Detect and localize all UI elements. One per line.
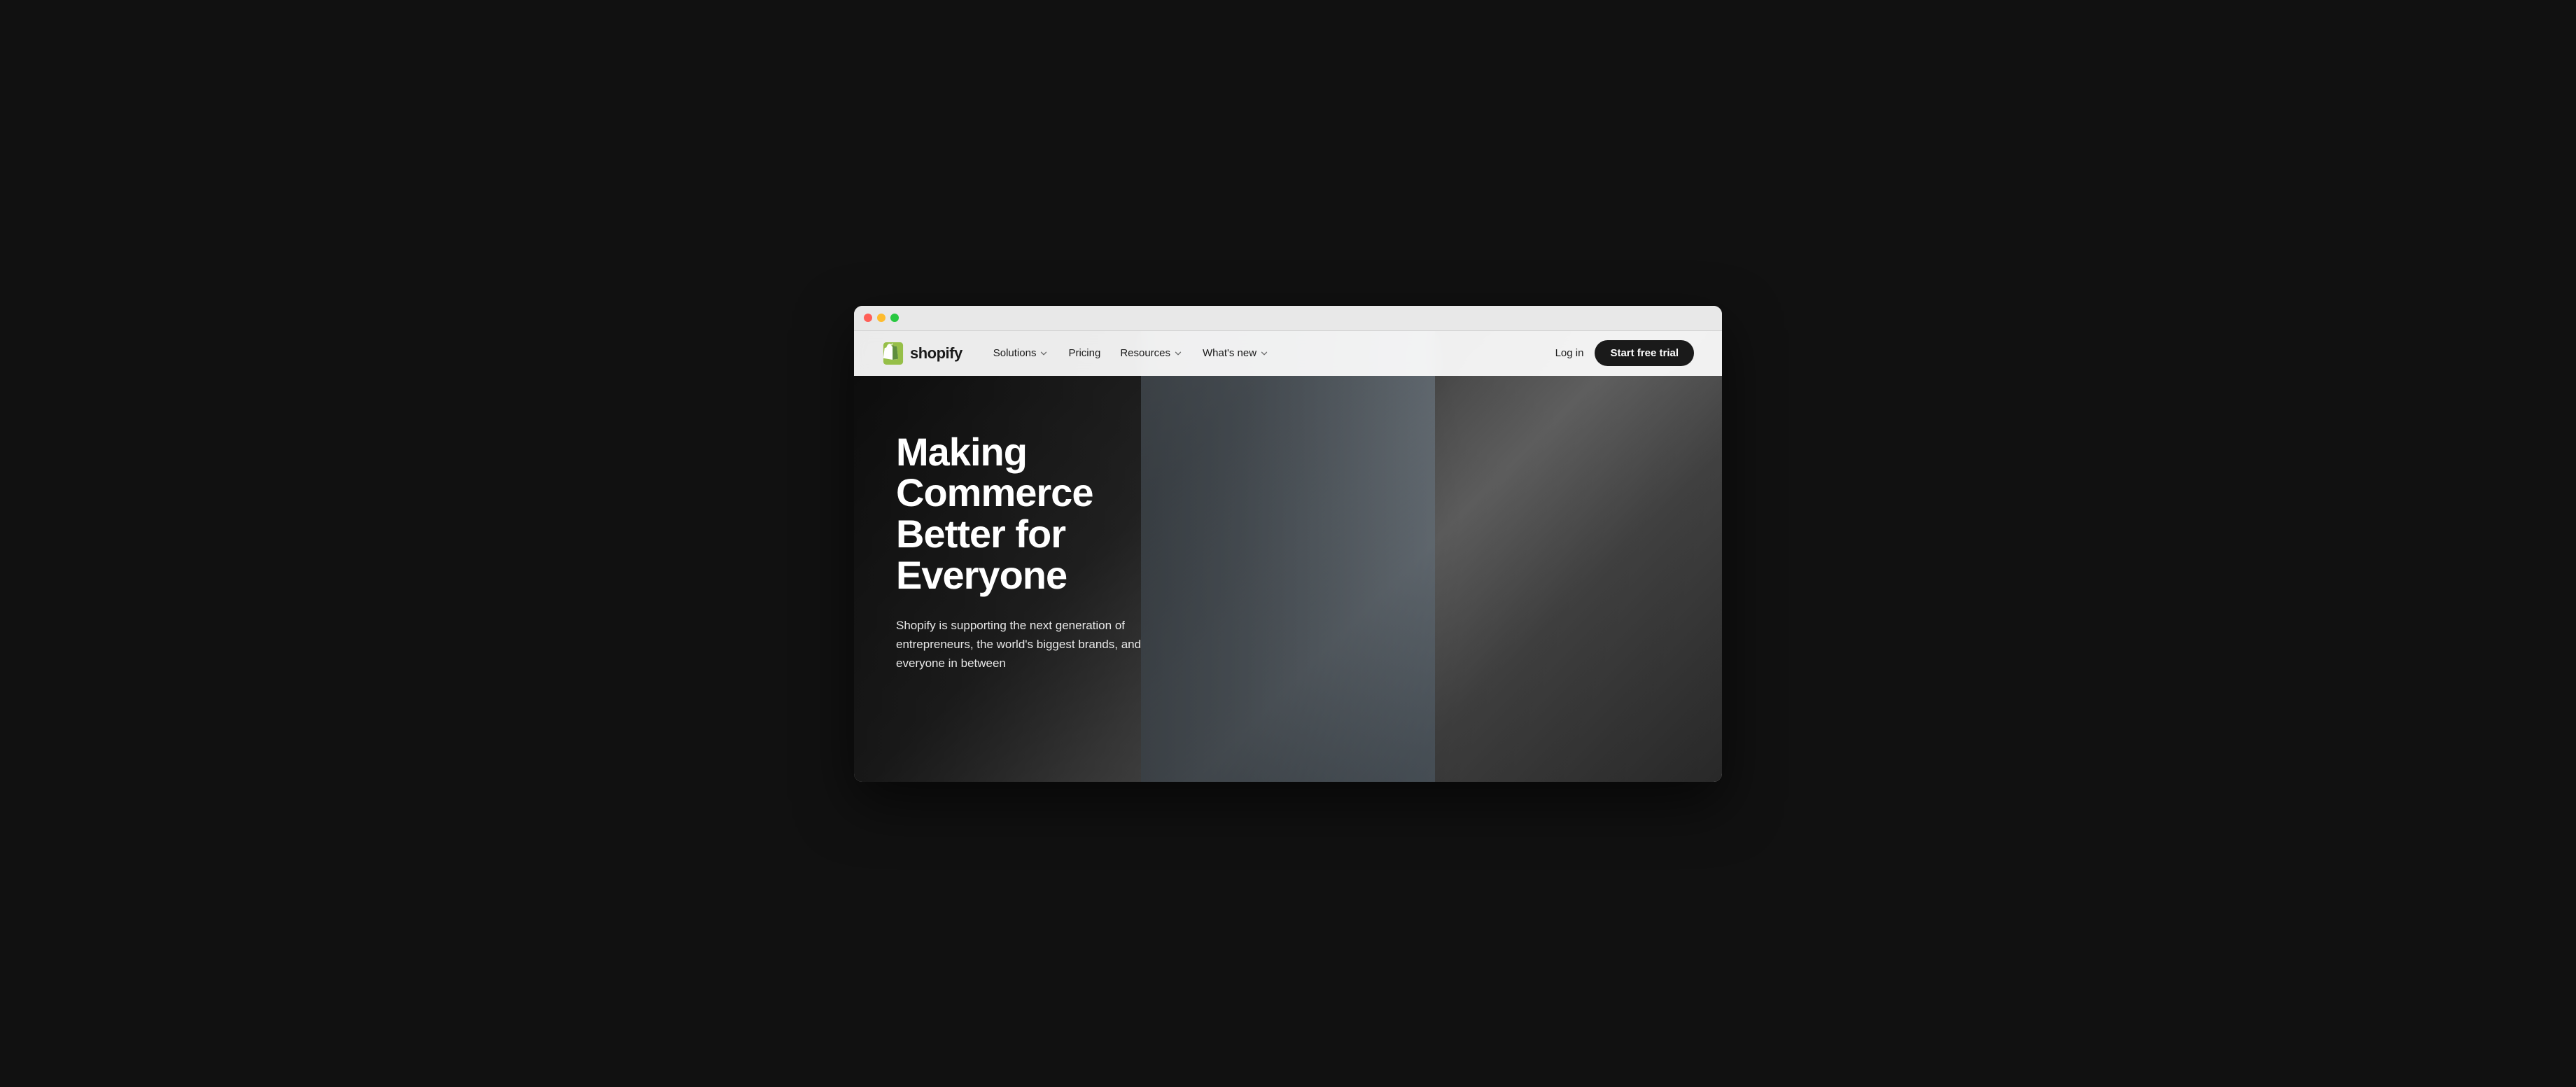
navbar: shopify Solutions Pricing Resources	[854, 331, 1722, 376]
mac-window: shopify Solutions Pricing Resources	[854, 306, 1722, 782]
shopify-logo[interactable]: shopify	[882, 342, 962, 365]
nav-item-pricing[interactable]: Pricing	[1060, 342, 1109, 365]
shopify-bag-icon	[882, 342, 904, 365]
nav-actions: Log in Start free trial	[1555, 340, 1694, 366]
chevron-down-icon-2	[1173, 349, 1183, 358]
close-button[interactable]	[864, 314, 872, 322]
nav-whats-new-label: What's new	[1203, 347, 1256, 359]
minimize-button[interactable]	[877, 314, 886, 322]
nav-pricing-label: Pricing	[1068, 347, 1100, 359]
title-bar	[854, 306, 1722, 331]
nav-links: Solutions Pricing Resources What's new	[985, 342, 1555, 365]
logo-text: shopify	[910, 344, 962, 363]
hero-subtext: Shopify is supporting the next generatio…	[896, 616, 1162, 673]
hero-headline: Making Commerce Better for Everyone	[896, 432, 1204, 596]
nav-resources-label: Resources	[1120, 347, 1170, 359]
traffic-lights	[864, 314, 899, 322]
login-link[interactable]: Log in	[1555, 347, 1584, 359]
nav-item-whats-new[interactable]: What's new	[1194, 342, 1278, 365]
maximize-button[interactable]	[890, 314, 899, 322]
chevron-down-icon	[1039, 349, 1049, 358]
nav-item-resources[interactable]: Resources	[1112, 342, 1191, 365]
start-trial-button[interactable]: Start free trial	[1595, 340, 1694, 366]
chevron-down-icon-3	[1259, 349, 1269, 358]
nav-solutions-label: Solutions	[993, 347, 1037, 359]
nav-item-solutions[interactable]: Solutions	[985, 342, 1058, 365]
page-content: shopify Solutions Pricing Resources	[854, 331, 1722, 782]
hero-headline-line1: Making Commerce	[896, 430, 1093, 515]
hero-headline-line2: Better for Everyone	[896, 512, 1067, 597]
hero-section: Making Commerce Better for Everyone Shop…	[854, 376, 1246, 715]
